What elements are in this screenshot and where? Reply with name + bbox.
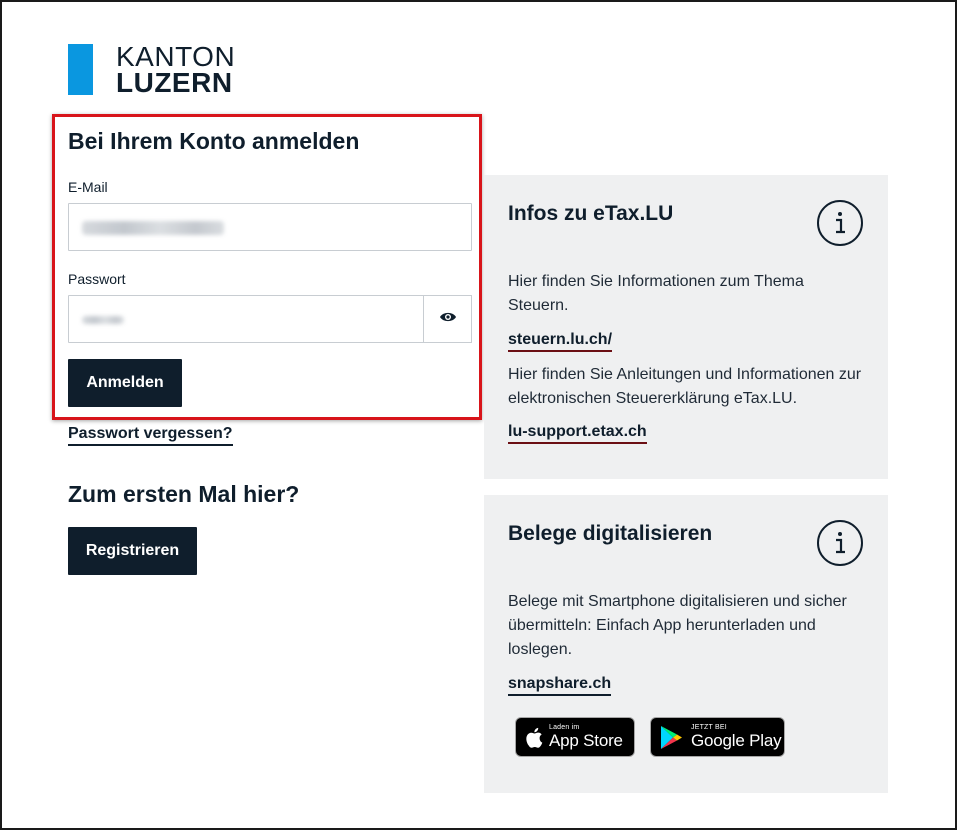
register-button[interactable]: Registrieren [68, 527, 197, 575]
email-field[interactable] [68, 203, 472, 251]
info-panel: Infos zu eTax.LU Hier finden Sie Informa… [484, 175, 888, 479]
google-play-big-text: Google Play [691, 731, 782, 750]
info-text-1: Hier finden Sie Informationen zum Thema … [508, 273, 804, 314]
snapshare-link[interactable]: snapshare.ch [508, 675, 612, 696]
steuern-link[interactable]: steuern.lu.ch/ [508, 331, 613, 352]
info-panel-title: Infos zu eTax.LU [508, 202, 674, 225]
apple-icon [525, 727, 543, 748]
logo-bar [68, 44, 93, 95]
logo-line2: LUZERN [116, 67, 233, 98]
google-play-badge[interactable]: JETZT BEI Google Play [650, 717, 785, 757]
google-play-icon [660, 725, 683, 750]
password-value-masked [82, 316, 124, 324]
info-icon [817, 520, 863, 566]
belege-panel-title: Belege digitalisieren [508, 522, 713, 545]
etax-support-link[interactable]: lu-support.etax.ch [508, 423, 647, 444]
info-icon [817, 200, 863, 246]
eye-icon [439, 310, 457, 328]
belege-panel: Belege digitalisieren Belege mit Smartph… [484, 495, 888, 793]
password-label: Passwort [68, 271, 126, 287]
show-password-button[interactable] [423, 295, 472, 343]
kanton-luzern-logo[interactable]: KANTON LUZERN [68, 43, 235, 98]
logo-text: KANTON LUZERN [116, 43, 235, 98]
email-label: E-Mail [68, 179, 108, 195]
forgot-password-link[interactable]: Passwort vergessen? [68, 425, 233, 446]
login-title: Bei Ihrem Konto anmelden [68, 128, 360, 154]
password-field[interactable] [68, 295, 424, 343]
belege-text: Belege mit Smartphone digitalisieren und… [508, 593, 847, 658]
email-value-redacted [82, 221, 224, 235]
info-text-2: Hier finden Sie Anleitungen und Informat… [508, 366, 862, 407]
login-button[interactable]: Anmelden [68, 359, 182, 407]
first-time-heading: Zum ersten Mal hier? [68, 481, 300, 507]
app-store-big-text: App Store [549, 731, 623, 750]
app-store-badge[interactable]: Laden im App Store [515, 717, 635, 757]
